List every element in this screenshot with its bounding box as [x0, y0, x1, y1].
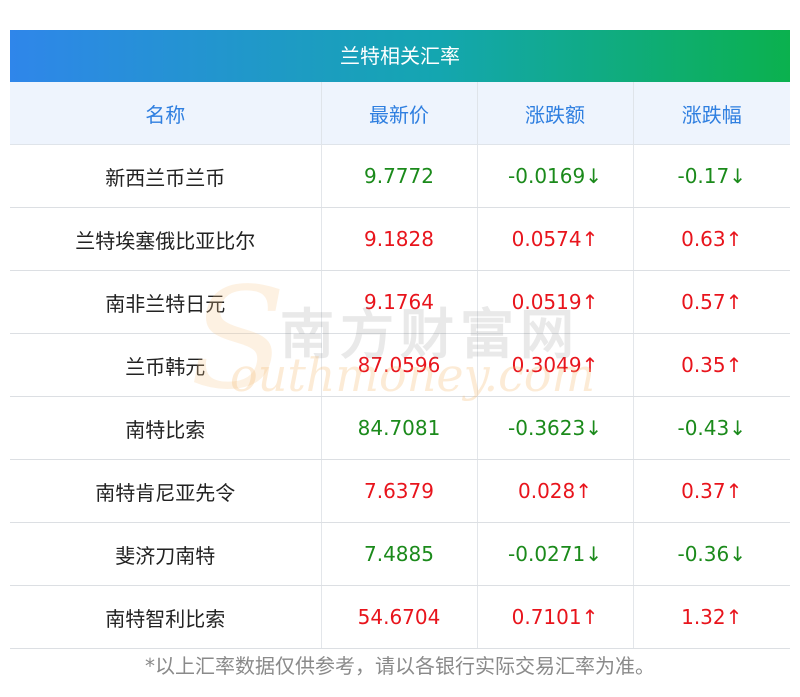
change-percent: -0.36↓ [633, 522, 790, 586]
currency-name: 南特肯尼亚先令 [10, 459, 322, 523]
latest-price: 54.6704 [321, 585, 478, 649]
latest-price: 9.1764 [321, 270, 478, 334]
change-amount: -0.0169↓ [477, 144, 634, 208]
change-percent: 0.35↑ [633, 333, 790, 397]
header-name: 名称 [10, 82, 322, 145]
change-percent: 0.37↑ [633, 459, 790, 523]
change-amount: 0.0519↑ [477, 270, 634, 334]
change-percent: 0.63↑ [633, 207, 790, 271]
panel-title: 兰特相关汇率 [10, 30, 790, 82]
change-percent: 1.32↑ [633, 585, 790, 649]
latest-price: 9.1828 [321, 207, 478, 271]
latest-price: 9.7772 [321, 144, 478, 208]
change-percent: -0.17↓ [633, 144, 790, 208]
change-amount: 0.7101↑ [477, 585, 634, 649]
change-amount: -0.0271↓ [477, 522, 634, 586]
change-amount: -0.3623↓ [477, 396, 634, 460]
header-change: 涨跌额 [477, 82, 634, 145]
table-row: 南特比索 84.7081 -0.3623↓ -0.43↓ [10, 396, 790, 460]
latest-price: 7.6379 [321, 459, 478, 523]
latest-price: 84.7081 [321, 396, 478, 460]
disclaimer-footnote: *以上汇率数据仅供参考，请以各银行实际交易汇率为准。 [145, 654, 655, 678]
latest-price: 7.4885 [321, 522, 478, 586]
table-header-row: 名称 最新价 涨跌额 涨跌幅 [10, 82, 790, 145]
header-pct: 涨跌幅 [633, 82, 790, 145]
table-row: 南特智利比索 54.6704 0.7101↑ 1.32↑ [10, 585, 790, 649]
currency-name: 南特比索 [10, 396, 322, 460]
header-price: 最新价 [321, 82, 478, 145]
change-percent: -0.43↓ [633, 396, 790, 460]
currency-name: 南特智利比索 [10, 585, 322, 649]
exchange-rate-panel: 兰特相关汇率 名称 最新价 涨跌额 涨跌幅 新西兰币兰币 9.7772 -0.0… [10, 30, 790, 649]
latest-price: 87.0596 [321, 333, 478, 397]
table-row: 新西兰币兰币 9.7772 -0.0169↓ -0.17↓ [10, 144, 790, 208]
table-row: 兰币韩元 87.0596 0.3049↑ 0.35↑ [10, 333, 790, 397]
table-row: 兰特埃塞俄比亚比尔 9.1828 0.0574↑ 0.63↑ [10, 207, 790, 271]
change-percent: 0.57↑ [633, 270, 790, 334]
currency-name: 兰特埃塞俄比亚比尔 [10, 207, 322, 271]
currency-name: 新西兰币兰币 [10, 144, 322, 208]
table-row: 斐济刀南特 7.4885 -0.0271↓ -0.36↓ [10, 522, 790, 586]
currency-name: 南非兰特日元 [10, 270, 322, 334]
currency-name: 兰币韩元 [10, 333, 322, 397]
change-amount: 0.0574↑ [477, 207, 634, 271]
change-amount: 0.028↑ [477, 459, 634, 523]
currency-name: 斐济刀南特 [10, 522, 322, 586]
change-amount: 0.3049↑ [477, 333, 634, 397]
table-row: 南非兰特日元 9.1764 0.0519↑ 0.57↑ [10, 270, 790, 334]
table-row: 南特肯尼亚先令 7.6379 0.028↑ 0.37↑ [10, 459, 790, 523]
rate-table: 名称 最新价 涨跌额 涨跌幅 新西兰币兰币 9.7772 -0.0169↓ -0… [10, 82, 790, 649]
